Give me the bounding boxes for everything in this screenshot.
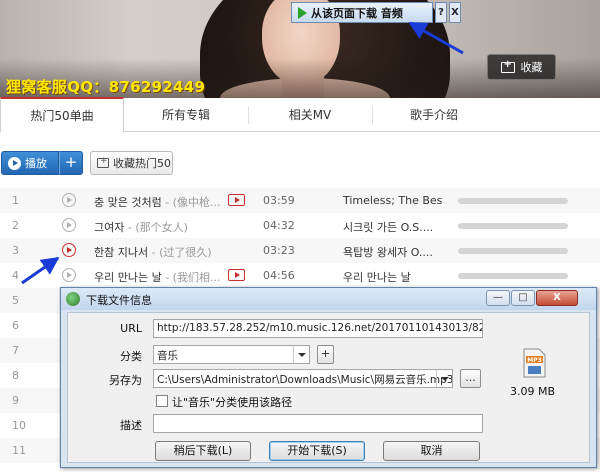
play-song-icon[interactable] [62,243,76,257]
save-path-value: C:\Users\Administrator\Downloads\Music\网… [157,374,453,386]
song-album[interactable]: Timeless; The Best [343,194,443,207]
tab-artist-intro[interactable]: 歌手介绍 [372,98,496,132]
song-number: 11 [12,444,26,457]
song-number: 1 [12,194,19,207]
promo-watermark: 狸窝客服QQ：876292449 [6,78,206,96]
file-size: 3.09 MB [510,385,556,398]
idm-globe-icon [66,292,80,306]
tab-mv[interactable]: 相关MV [248,98,372,132]
dialog-titlebar[interactable]: 下载文件信息 — □ X [61,288,596,310]
play-song-icon[interactable] [62,268,76,282]
play-arrow-icon [298,6,307,19]
cancel-button[interactable]: 取消 [383,441,480,461]
chevron-down-icon [293,346,309,363]
url-field[interactable]: http://183.57.28.252/m10.music.126.net/2… [153,319,483,338]
mv-icon[interactable] [228,194,245,206]
song-alias: - (那个女人) [124,221,188,234]
song-duration: 04:32 [263,219,295,232]
artist-tabs: 热门50单曲 所有专辑 相关MV 歌手介绍 [0,97,600,133]
song-duration: 03:59 [263,194,295,207]
dialog-title: 下载文件信息 [86,294,152,307]
tab-hot50[interactable]: 热门50单曲 [0,97,124,133]
play-all-button[interactable]: 播放 [1,151,59,175]
song-alias: - (像中枪... [161,196,221,209]
add-category-button[interactable]: + [317,345,334,364]
song-title[interactable]: 우리 만나는 날 - (我们相... [94,269,222,285]
collect-hot50-label: 收藏热门50 [113,157,171,170]
song-title-text: 충 맞은 것처럼 [94,196,162,209]
song-album[interactable]: 욕탑방 왕세자 O.... [343,244,443,260]
start-download-button[interactable]: 开始下载(S) [269,441,365,461]
url-label: URL [120,322,142,335]
close-button[interactable]: X [536,290,578,306]
song-album[interactable]: 시크릿 가든 O.S.... [343,219,443,235]
save-path-select[interactable]: C:\Users\Administrator\Downloads\Music\网… [153,369,453,388]
idm-download-panel: 从该页面下载 音频 ? X [291,2,461,23]
song-number: 3 [12,244,19,257]
remember-path-checkbox[interactable] [156,395,168,407]
browse-button[interactable]: ... [460,369,481,388]
song-duration: 03:23 [263,244,295,257]
minimize-button[interactable]: — [486,290,510,306]
play-all-label: 播放 [25,157,47,170]
idm-close-button[interactable]: X [449,2,461,23]
chevron-down-icon [436,370,452,387]
tab-albums[interactable]: 所有专辑 [124,98,248,132]
song-number: 9 [12,394,19,407]
song-number: 4 [12,269,19,282]
idm-download-label: 从该页面下载 音频 [311,6,403,20]
category-select[interactable]: 音乐 [153,345,310,364]
category-label: 分类 [120,350,142,363]
collect-artist-button[interactable]: 收藏 [487,54,556,80]
idm-download-audio-button[interactable]: 从该页面下载 音频 [291,2,433,23]
mv-icon[interactable] [228,269,245,281]
popularity-bar [458,198,568,204]
song-number: 6 [12,319,19,332]
song-title-text: 그여자 [94,221,125,234]
song-number: 7 [12,344,19,357]
song-title-text: 한참 지나서 [94,246,149,259]
song-number: 5 [12,294,19,307]
song-album[interactable]: 우리 만나는 날 [343,269,443,285]
add-to-playlist-button[interactable]: + [59,151,83,175]
dialog-body: URL http://183.57.28.252/m10.music.126.n… [67,312,590,463]
popularity-bar [458,248,568,254]
folder-add-icon [97,156,109,168]
idm-help-button[interactable]: ? [435,2,447,23]
song-title[interactable]: 그여자 - (那个女人) [94,219,222,235]
play-song-icon[interactable] [62,193,76,207]
download-file-info-dialog: 下载文件信息 — □ X URL http://183.57.28.252/m1… [60,287,597,468]
popularity-bar [458,223,568,229]
song-number: 8 [12,369,19,382]
song-row[interactable]: 1 충 맞은 것처럼 - (像中枪... 03:59 Timeless; The Be… [0,188,600,213]
collect-hot50-button[interactable]: 收藏热门50 [90,151,173,175]
popularity-bar [458,273,568,279]
mp3-file-icon: MP3 [523,348,546,378]
description-label: 描述 [120,419,142,432]
song-title[interactable]: 한참 지나서 - (过了很久) [94,244,222,260]
song-alias: - (过了很久) [148,246,212,259]
song-row[interactable]: 4 우리 만나는 날 - (我们相... 04:56 우리 만나는 날 [0,263,600,288]
song-alias: - (我们相... [161,271,221,284]
song-number: 10 [12,419,26,432]
play-song-icon[interactable] [62,218,76,232]
save-as-label: 另存为 [109,374,142,387]
song-duration: 04:56 [263,269,295,282]
svg-text:MP3: MP3 [527,357,542,364]
collect-artist-label: 收藏 [520,61,543,74]
description-field[interactable] [153,414,483,433]
download-later-button[interactable]: 稍后下载(L) [155,441,251,461]
song-number: 2 [12,219,19,232]
maximize-button[interactable]: □ [511,290,535,306]
song-title-text: 우리 만나는 날 [94,271,162,284]
song-row[interactable]: 2 그여자 - (那个女人) 04:32 시크릿 가든 O.S.... [0,213,600,238]
folder-add-icon [500,59,515,73]
song-title[interactable]: 충 맞은 것처럼 - (像中枪... [94,194,222,210]
song-row[interactable]: 3 한참 지나서 - (过了很久) 03:23 욕탑방 왕세자 O.... [0,238,600,263]
artist-banner: 狸窝客服QQ：876292449 收藏 从该页面下载 音频 ? X [0,0,600,98]
category-value: 音乐 [157,350,178,362]
remember-path-label: 让"音乐"分类使用该路径 [172,396,293,409]
play-circle-icon [8,156,21,170]
